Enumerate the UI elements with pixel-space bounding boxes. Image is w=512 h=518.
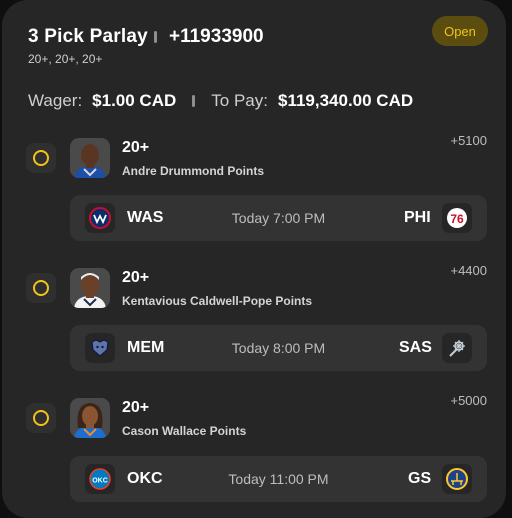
svg-text:76: 76 <box>450 212 464 226</box>
player-headshot-icon <box>70 398 110 438</box>
game-row: OKC OKC Today 11:00 PM GS <box>70 456 487 502</box>
pick-odds: +4400 <box>450 263 487 278</box>
warriors-logo-icon <box>442 464 472 494</box>
player-prop-name: Andre Drummond Points <box>122 164 265 178</box>
pick-line: 20+ <box>122 399 150 416</box>
wager-row: Wager: $1.00 CAD To Pay: $119,340.00 CAD <box>28 91 413 111</box>
76ers-logo-icon: 76 <box>442 203 472 233</box>
title-divider <box>154 31 157 43</box>
game-row: MEM Today 8:00 PM SAS <box>70 325 487 371</box>
player-prop-name: Cason Wallace Points <box>122 424 247 438</box>
pick-checkbox[interactable] <box>26 273 56 303</box>
circle-icon <box>33 150 49 166</box>
to-pay-label: To Pay: <box>211 91 268 110</box>
pick-checkbox[interactable] <box>26 403 56 433</box>
wager-divider <box>192 95 196 107</box>
pick-line: 20+ <box>122 269 150 286</box>
pick-checkbox[interactable] <box>26 143 56 173</box>
home-team: GS <box>408 470 432 487</box>
wager-value: $1.00 CAD <box>92 91 177 110</box>
parlay-title: 3 Pick Parlay <box>28 26 148 47</box>
game-row: WAS Today 7:00 PM PHI 76 <box>70 195 487 241</box>
to-pay-value: $119,340.00 CAD <box>277 91 414 110</box>
circle-icon <box>33 410 49 426</box>
player-prop-name: Kentavious Caldwell-Pope Points <box>122 294 313 308</box>
circle-icon <box>33 280 49 296</box>
parlay-card: 3 Pick Parlay +11933900 20+, 20+, 20+ Op… <box>2 0 506 518</box>
home-team: SAS <box>399 339 432 356</box>
parlay-summary: 20+, 20+, 20+ <box>28 52 103 66</box>
avatar <box>70 398 110 438</box>
avatar <box>70 138 110 178</box>
pick-odds: +5000 <box>450 393 487 408</box>
wager-label: Wager: <box>28 91 83 110</box>
status-badge: Open <box>432 16 488 46</box>
player-headshot-icon <box>70 268 110 308</box>
pick-line: 20+ <box>122 139 150 156</box>
parlay-total-odds: +11933900 <box>169 26 264 47</box>
avatar <box>70 268 110 308</box>
player-headshot-icon <box>70 138 110 178</box>
spurs-logo-icon <box>442 333 472 363</box>
home-team: PHI <box>404 209 431 226</box>
pick-odds: +5100 <box>450 133 487 148</box>
